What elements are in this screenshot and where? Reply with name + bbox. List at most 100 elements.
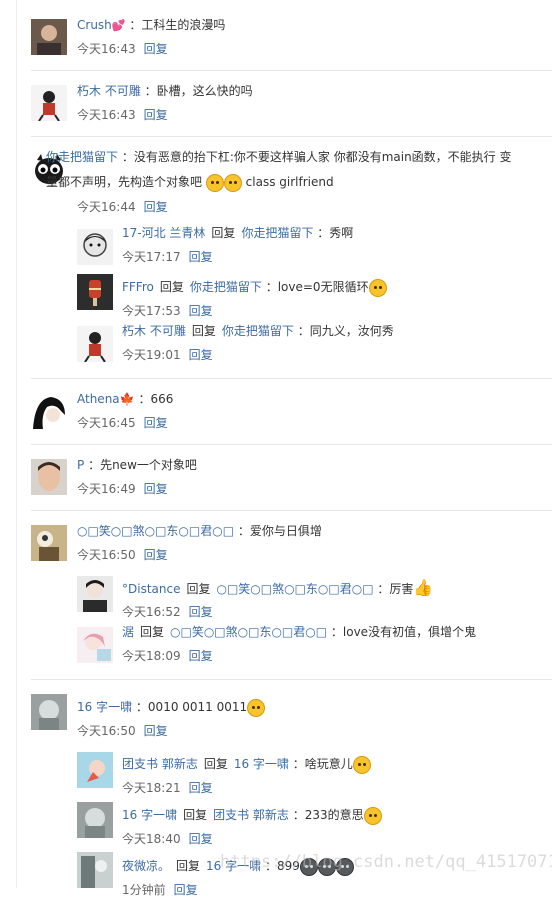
- comment-author[interactable]: 16 字一啸: [77, 700, 132, 714]
- avatar[interactable]: [77, 326, 113, 362]
- reply-time: 今天17:53: [122, 304, 181, 318]
- reply-text: ：love=0无限循环: [265, 280, 369, 294]
- reply-label: 回复: [211, 226, 236, 240]
- reply-button[interactable]: 回复: [144, 482, 168, 496]
- comment-text: ：先new一个对象吧: [88, 458, 197, 472]
- reply-button[interactable]: 回复: [189, 832, 213, 846]
- reply-target[interactable]: 你走把猫留下: [241, 226, 313, 240]
- reply-author[interactable]: 团支书 郭新志: [122, 757, 198, 771]
- reply-button[interactable]: 回复: [144, 200, 168, 214]
- reply-time: 今天18:09: [122, 649, 181, 663]
- watermark: https://blog.csdn.net/qq_41517071: [220, 852, 552, 872]
- avatar[interactable]: [77, 802, 113, 838]
- avatar[interactable]: [31, 694, 67, 730]
- reply-label: 回复: [183, 808, 208, 822]
- reply-button[interactable]: 回复: [144, 724, 168, 738]
- avatar[interactable]: [77, 627, 113, 663]
- reply-author[interactable]: 朽木 不可雕: [122, 324, 186, 338]
- reply-time: 今天17:17: [122, 250, 181, 264]
- comment-author[interactable]: 你走把猫留下: [46, 150, 118, 164]
- avatar[interactable]: [31, 459, 67, 495]
- avatar[interactable]: [77, 229, 113, 265]
- comment-text: ：0010 0011 0011: [135, 700, 248, 714]
- reply-author[interactable]: 17-河北 兰青林: [122, 226, 205, 240]
- avatar[interactable]: [77, 752, 113, 788]
- reply-label: 回复: [176, 859, 201, 873]
- reply-button[interactable]: 回复: [189, 250, 213, 264]
- reply-text: ：秀啊: [317, 226, 354, 240]
- maple-leaf-icon: 🍁: [119, 392, 135, 406]
- reply-text: ：同九义，汝何秀: [297, 324, 394, 338]
- comment-text: ：666: [138, 392, 174, 406]
- reply-text: ：啥玩意儿: [292, 757, 353, 771]
- comment-time: 今天16:44: [77, 200, 136, 214]
- shocked-emoji-icon: [352, 755, 371, 774]
- reply-button[interactable]: 回复: [144, 108, 168, 122]
- reply-time: 1分钟前: [122, 883, 166, 897]
- thinking-emoji-icon: [368, 278, 387, 297]
- reply-time: 今天16:52: [122, 605, 181, 619]
- comment-text-code: class girlfriend: [245, 175, 334, 189]
- divider: [31, 70, 552, 71]
- divider: [31, 510, 552, 511]
- grin-emoji-icon: [223, 173, 242, 192]
- reply-label: 回复: [191, 324, 216, 338]
- reply-button[interactable]: 回复: [189, 781, 213, 795]
- reply-button[interactable]: 回复: [189, 649, 213, 663]
- comment-time: 今天16:49: [77, 482, 136, 496]
- reply-button[interactable]: 回复: [189, 348, 213, 362]
- avatar[interactable]: [77, 576, 113, 612]
- divider: [31, 679, 552, 680]
- reply-author[interactable]: 16 字一啸: [122, 808, 177, 822]
- reply-author[interactable]: 夜微凉。: [122, 859, 170, 873]
- reply-target[interactable]: ○□笑○□煞○□东○□君○□: [170, 625, 327, 639]
- reply-time: 今天19:01: [122, 348, 181, 362]
- reply-author[interactable]: °Distance: [122, 582, 180, 596]
- comment-author[interactable]: ○□笑○□煞○□东○□君○□: [77, 524, 234, 538]
- comment-time: 今天16:50: [77, 724, 136, 738]
- comment-time: 今天16:45: [77, 416, 136, 430]
- reply-time: 今天18:40: [122, 832, 181, 846]
- divider: [31, 378, 552, 379]
- reply-target[interactable]: 16 字一啸: [234, 757, 289, 771]
- reply-text: ：厉害: [377, 582, 414, 596]
- comment-author[interactable]: P: [77, 458, 84, 472]
- comment-author[interactable]: 朽木 不可雕: [77, 84, 141, 98]
- comment-time: 今天16:43: [77, 42, 136, 56]
- avatar[interactable]: [31, 525, 67, 561]
- reply-label: 回复: [203, 757, 228, 771]
- reply-target[interactable]: 你走把猫留下: [190, 280, 262, 294]
- reply-author[interactable]: FFFro: [122, 280, 154, 294]
- divider: [31, 136, 552, 137]
- reply-label: 回复: [186, 582, 211, 596]
- reply-button[interactable]: 回复: [174, 883, 198, 897]
- reply-author[interactable]: 涺: [122, 625, 134, 639]
- reply-button[interactable]: 回复: [144, 416, 168, 430]
- reply-label: 回复: [140, 625, 165, 639]
- avatar[interactable]: [31, 393, 67, 429]
- avatar[interactable]: [31, 19, 67, 55]
- avatar[interactable]: [77, 852, 113, 888]
- divider: [31, 444, 552, 445]
- reply-button[interactable]: 回复: [189, 605, 213, 619]
- reply-button[interactable]: 回复: [144, 42, 168, 56]
- reply-time: 今天18:21: [122, 781, 181, 795]
- heart-icon: 💕: [111, 19, 126, 32]
- confused-emoji-icon: [247, 698, 266, 717]
- reply-text: ：233的意思: [292, 808, 364, 822]
- comment-author[interactable]: Athena: [77, 392, 120, 406]
- avatar[interactable]: [31, 85, 67, 121]
- laughing-tears-emoji-icon: [363, 806, 382, 825]
- reply-target[interactable]: ○□笑○□煞○□东○□君○□: [217, 582, 374, 596]
- comment-text: ：卧槽，这么快的吗: [144, 84, 253, 98]
- reply-label: 回复: [159, 280, 184, 294]
- reply-button[interactable]: 回复: [144, 548, 168, 562]
- comment-text: ：工科生的浪漫吗: [129, 18, 226, 32]
- reply-button[interactable]: 回复: [189, 304, 213, 318]
- reply-target[interactable]: 你走把猫留下: [222, 324, 294, 338]
- reply-target[interactable]: 团支书 郭新志: [213, 808, 289, 822]
- avatar[interactable]: [77, 274, 113, 310]
- left-border: [16, 0, 17, 888]
- comment-author[interactable]: Crush: [77, 18, 112, 32]
- grin-emoji-icon: [205, 173, 224, 192]
